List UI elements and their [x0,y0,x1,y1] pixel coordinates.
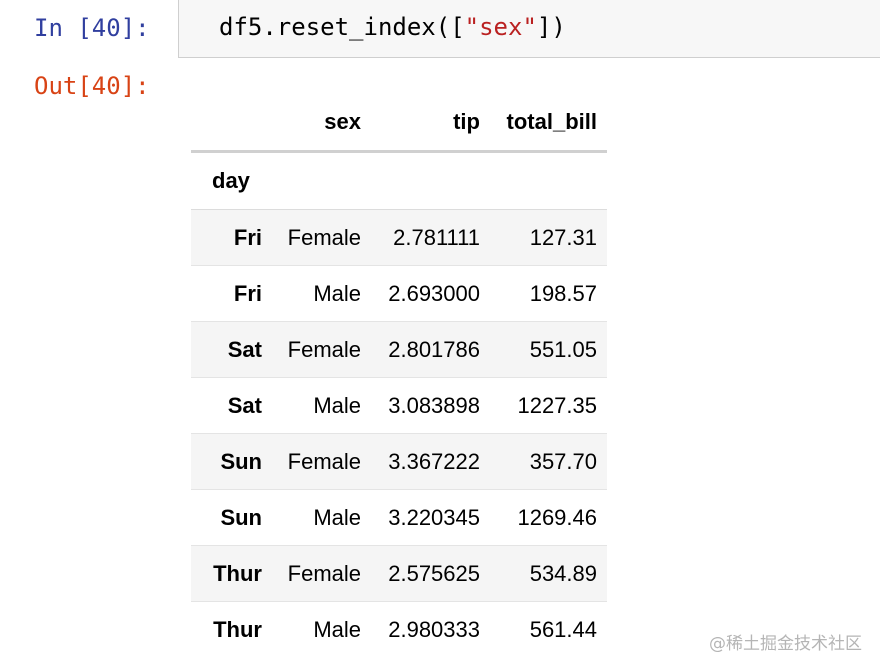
total-bill-cell: 198.57 [490,265,607,322]
input-prompt: In [40]: [34,14,150,42]
code-line: df5.reset_index(["sex"]) [219,15,566,39]
code-prefix: df5.reset_index([ [219,13,465,41]
dataframe-body: Fri Female 2.781111 127.31 Fri Male 2.69… [191,209,607,658]
row-index-cell: Sat [191,321,272,378]
code-suffix: ]) [536,13,566,41]
tip-cell: 2.801786 [371,321,490,378]
table-row: Sun Female 3.367222 357.70 [191,433,607,490]
total-bill-cell: 534.89 [490,545,607,602]
sex-cell: Male [272,265,371,322]
code-string-literal: "sex" [464,13,537,41]
code-input-area[interactable]: df5.reset_index(["sex"]) [178,0,880,58]
output-prompt: Out[40]: [34,72,150,100]
sex-cell: Female [272,545,371,602]
row-index-cell: Sun [191,489,272,546]
table-row: Thur Male 2.980333 561.44 [191,602,607,658]
row-index-cell: Fri [191,265,272,322]
tip-cell: 3.367222 [371,433,490,490]
sex-cell: Male [272,489,371,546]
total-bill-cell: 551.05 [490,321,607,378]
sex-cell: Male [272,377,371,434]
table-row: Sat Male 3.083898 1227.35 [191,377,607,434]
tip-cell: 2.781111 [371,209,490,266]
sex-cell: Male [313,616,361,642]
table-row: Thur Female 2.575625 534.89 [191,545,607,602]
index-name-row: day [191,151,607,210]
table-row: Sun Male 3.220345 1269.46 [191,489,607,546]
tip-cell: 2.693000 [371,265,490,322]
total-bill-cell: 357.70 [490,433,607,490]
tip-cell: 2.575625 [371,545,490,602]
total-bill-cell: 1269.46 [490,489,607,546]
table-row: Fri Female 2.781111 127.31 [191,209,607,266]
column-header-row: sex tip total_bill [191,94,607,153]
column-header-total-bill: total_bill [490,94,607,153]
index-name-header: day [191,151,272,210]
tip-cell: 3.220345 [371,489,490,546]
tip-cell: 2.980333 [388,616,480,642]
sex-cell: Female [272,321,371,378]
total-bill-cell: 1227.35 [490,377,607,434]
table-row: Sat Female 2.801786 551.05 [191,321,607,378]
sex-cell: Female [272,433,371,490]
row-index-cell: Fri [191,209,272,266]
row-index-cell: Thur [191,545,272,602]
total-bill-cell: 561.44 [529,616,597,642]
total-bill-cell: 127.31 [490,209,607,266]
corner-header [191,94,272,153]
table-row: Fri Male 2.693000 198.57 [191,265,607,322]
row-index-cell: Thur [213,616,262,642]
sex-cell: Female [272,209,371,266]
watermark-text: @稀土掘金技术社区 [709,634,862,654]
column-header-sex: sex [272,94,371,153]
row-index-cell: Sat [191,377,272,434]
column-header-tip: tip [371,94,490,153]
tip-cell: 3.083898 [371,377,490,434]
dataframe-table: sex tip total_bill day Fri Female 2.7811… [191,94,607,658]
row-index-cell: Sun [191,433,272,490]
